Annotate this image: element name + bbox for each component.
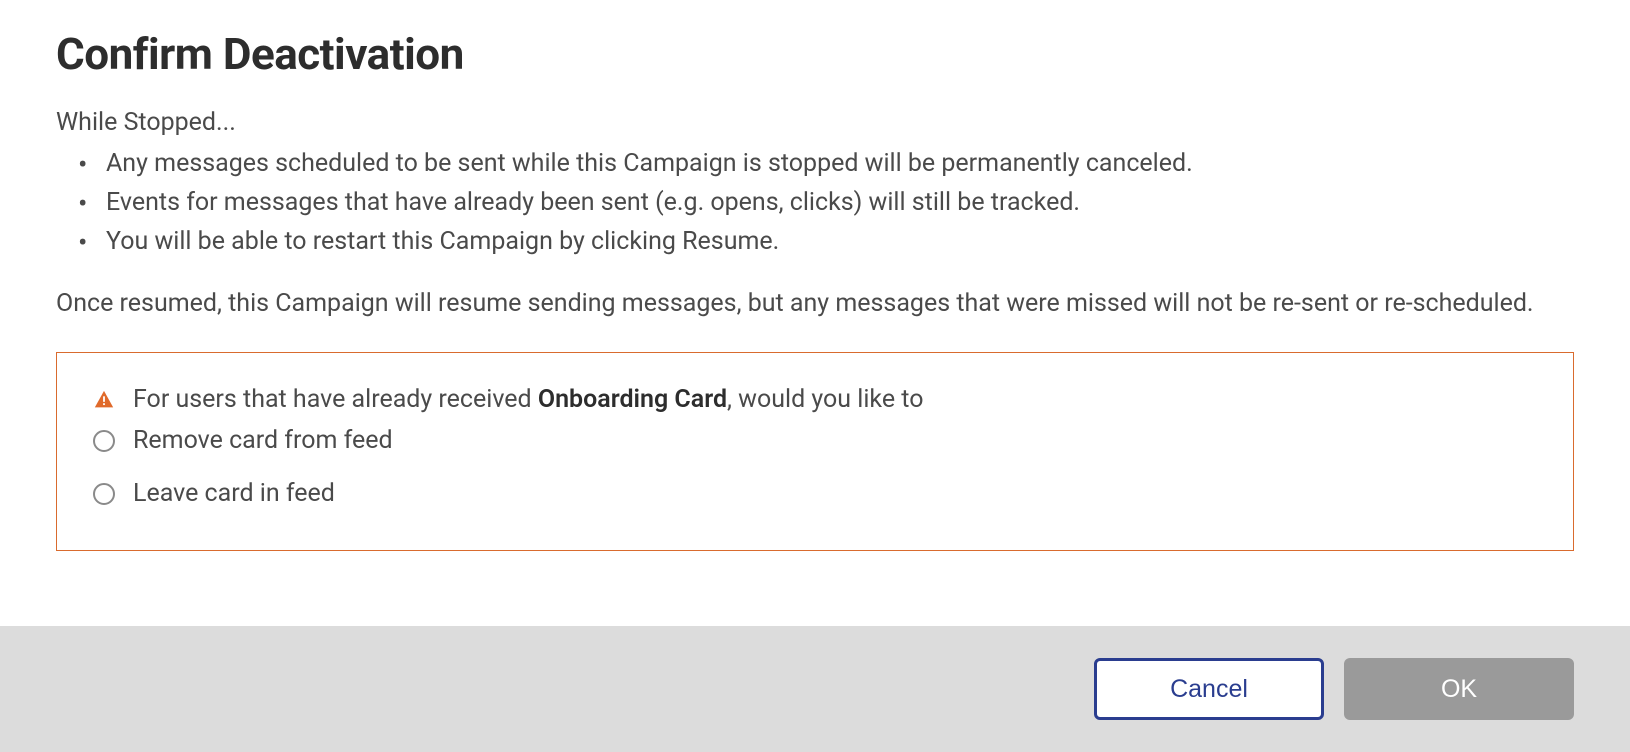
radio-option-leave[interactable]: Leave card in feed (93, 479, 1537, 508)
warning-prompt-before: For users that have already received (133, 385, 538, 414)
warning-prompt-row: For users that have already received Onb… (93, 385, 1537, 414)
dialog-footer: Cancel OK (0, 626, 1630, 752)
cancel-button[interactable]: Cancel (1094, 658, 1324, 720)
bullet-list: Any messages scheduled to be sent while … (56, 145, 1574, 261)
warning-prompt-after: , would you like to (727, 385, 923, 414)
intro-text: While Stopped... (56, 108, 1574, 137)
radio-label: Remove card from feed (133, 426, 393, 455)
warning-triangle-icon (93, 389, 115, 411)
bullet-item: Events for messages that have already be… (88, 184, 1574, 223)
warning-box: For users that have already received Onb… (56, 352, 1574, 551)
radio-label: Leave card in feed (133, 479, 335, 508)
radio-option-remove[interactable]: Remove card from feed (93, 426, 1537, 455)
resume-note: Once resumed, this Campaign will resume … (56, 285, 1574, 324)
warning-prompt-text: For users that have already received Onb… (133, 385, 924, 414)
bullet-item: You will be able to restart this Campaig… (88, 223, 1574, 262)
radio-circle-icon (93, 483, 115, 505)
bullet-item: Any messages scheduled to be sent while … (88, 145, 1574, 184)
ok-button[interactable]: OK (1344, 658, 1574, 720)
radio-circle-icon (93, 430, 115, 452)
dialog-content: Confirm Deactivation While Stopped... An… (0, 0, 1630, 591)
warning-prompt-bold: Onboarding Card (538, 385, 727, 414)
dialog-title: Confirm Deactivation (56, 28, 1574, 80)
